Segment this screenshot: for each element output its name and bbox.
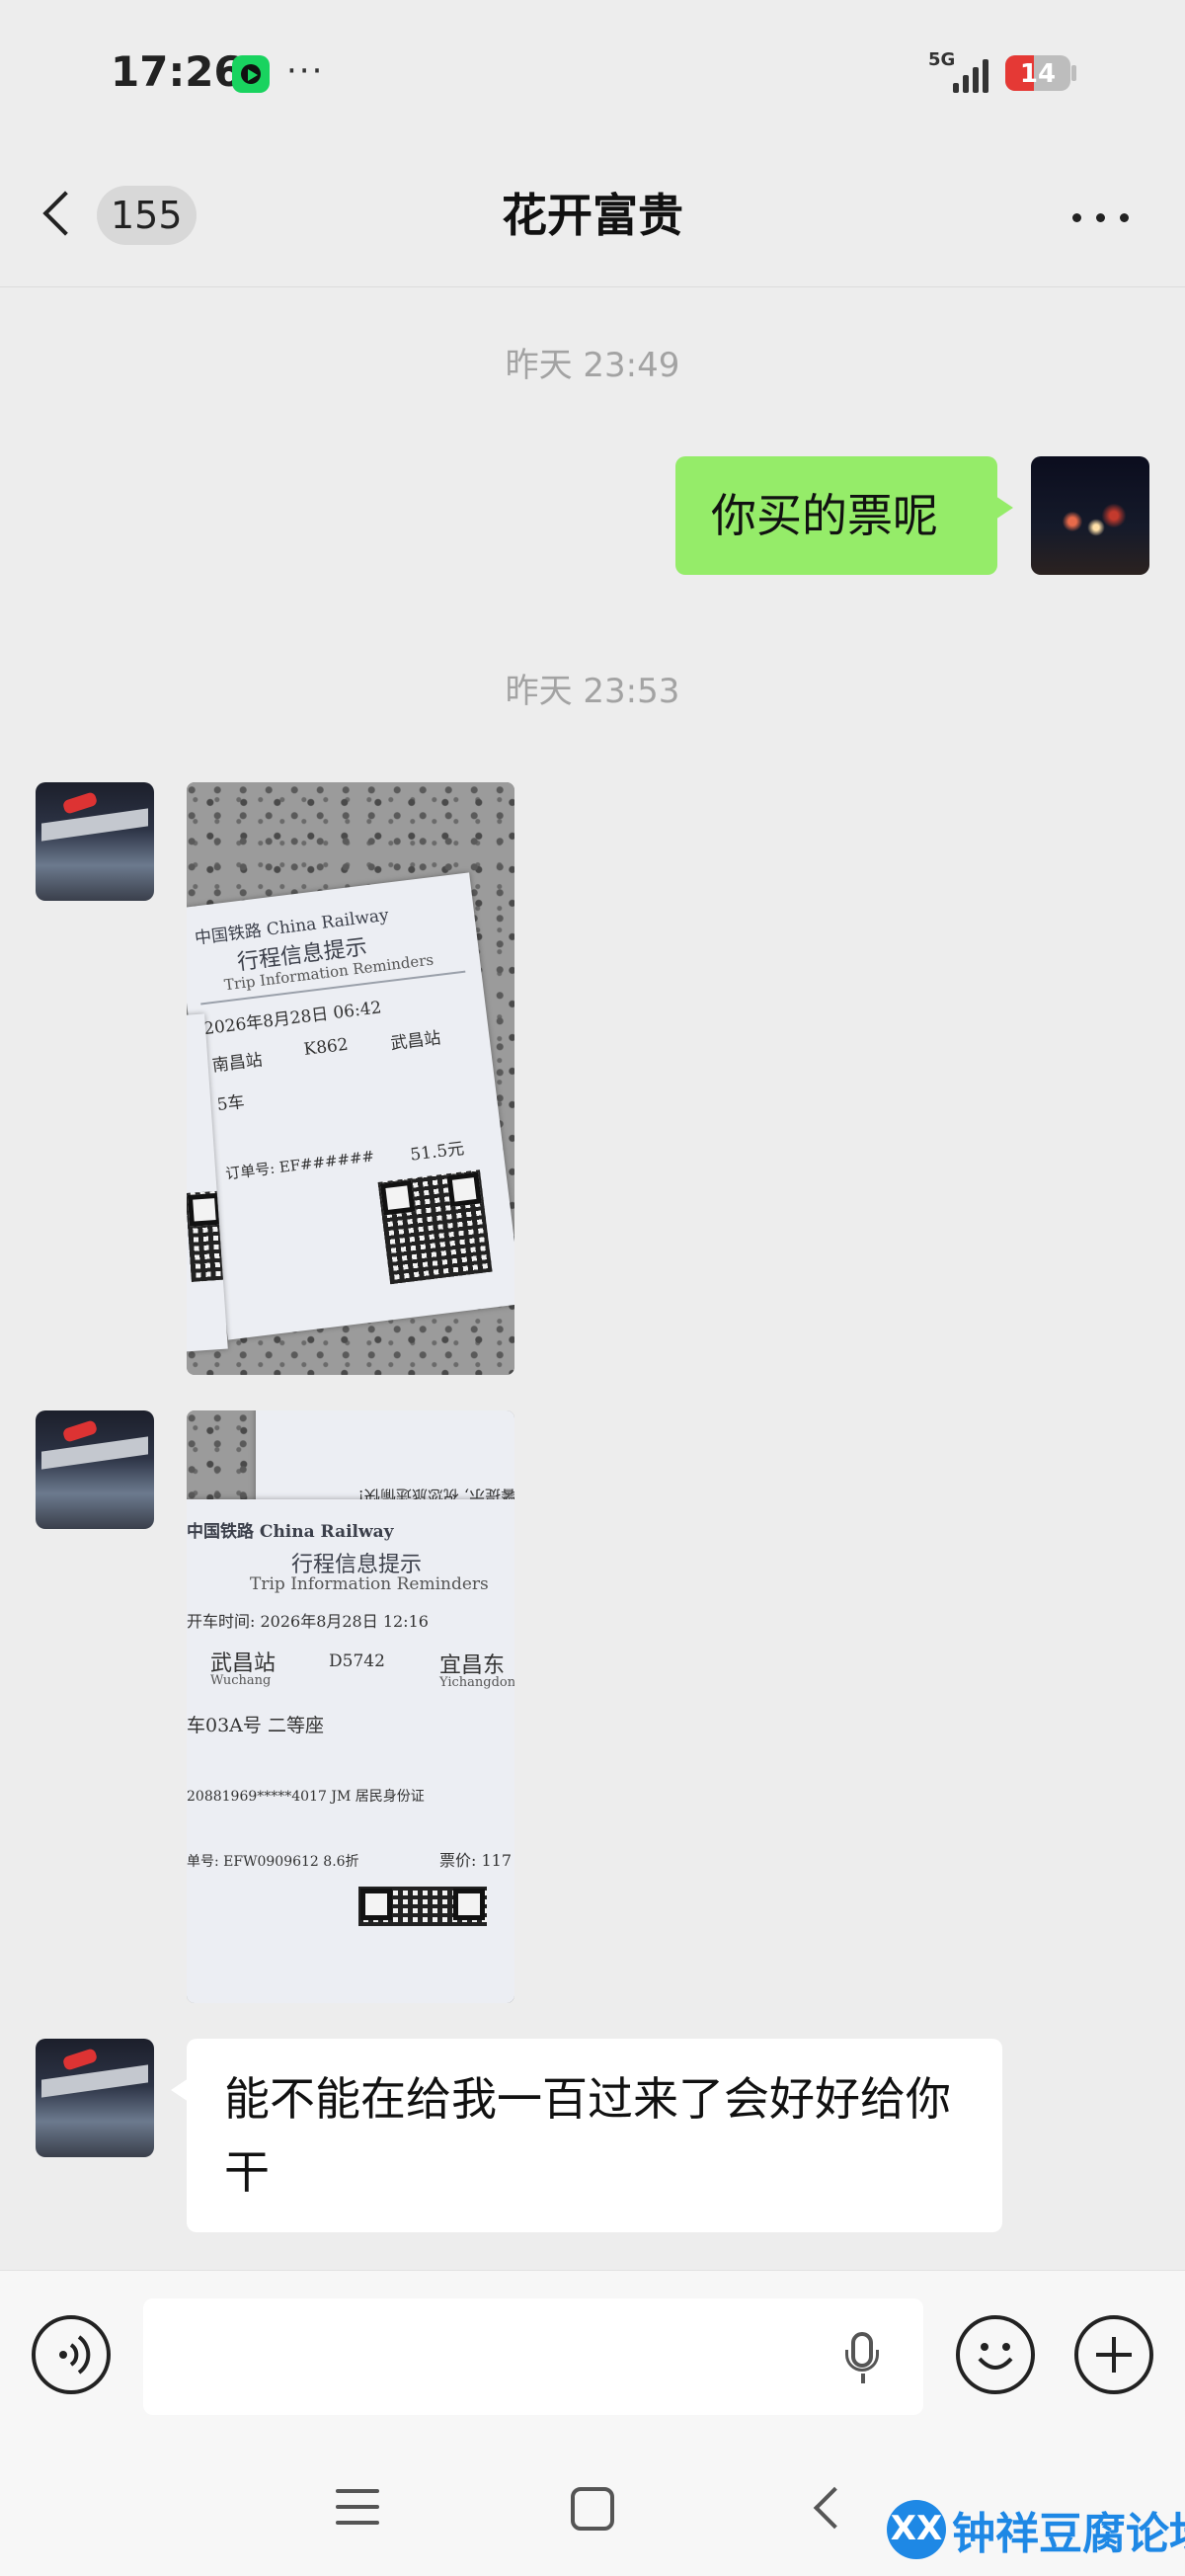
voice-wave-icon: [59, 2335, 91, 2375]
battery-tip: [1071, 65, 1076, 81]
ticket-from: 南昌站: [210, 1050, 264, 1077]
more-dot-icon: [1096, 213, 1105, 222]
more-options-button[interactable]: [1066, 200, 1136, 239]
outgoing-message-bubble[interactable]: 你买的票呢: [675, 456, 1013, 575]
friend-avatar[interactable]: [36, 1410, 154, 1529]
chat-title: 花开富贵: [502, 189, 683, 242]
video-app-icon: [232, 55, 270, 93]
incoming-message-bubble[interactable]: 能不能在给我一百过来了会好好给你干: [171, 2039, 1002, 2232]
chat-screen: 17:26 ··· 5G 14 155 花开富贵 昨天 23:49 你买的票呢 …: [0, 0, 1185, 2576]
battery-icon: 14: [1005, 55, 1070, 91]
ticket-price: 51.5元: [409, 1139, 466, 1166]
plus-icon: [1096, 2337, 1132, 2373]
ticket-subtitle: Trip Information Reminders: [250, 1574, 489, 1594]
message-timestamp: 昨天 23:49: [505, 346, 680, 385]
voice-mode-button[interactable]: [32, 2315, 111, 2394]
ticket-train-number: K862: [302, 1034, 350, 1061]
ticket-brand: 中国铁路 China Railway: [187, 1522, 394, 1542]
ticket-to-pinyin: Yichangdong: [439, 1675, 514, 1690]
more-actions-button[interactable]: [1074, 2315, 1153, 2394]
status-time: 17:26: [111, 47, 243, 96]
ticket-order: 订单号: EF######: [224, 1147, 376, 1183]
ticket-photo-message[interactable]: 中国铁路 China Railway 行程信息提示 Trip Informati…: [187, 782, 514, 1375]
ticket-photo-message[interactable]: 温馨提示, 祝您旅途愉快! 中国铁路 China Railway 行程信息提示 …: [187, 1410, 514, 2003]
microphone-icon[interactable]: [845, 2332, 879, 2383]
back-icon[interactable]: [813, 2486, 856, 2530]
forum-name: 钟祥豆腐论坛: [952, 2509, 1185, 2559]
emoji-button[interactable]: [956, 2315, 1035, 2394]
message-timestamp: 昨天 23:53: [505, 672, 680, 711]
friend-avatar[interactable]: [36, 2039, 154, 2157]
ticket-seat: 车03A号 二等座: [187, 1715, 324, 1736]
more-dot-icon: [1072, 213, 1081, 222]
forum-watermark: XX 钟祥豆腐论坛: [887, 2495, 1185, 2564]
recent-apps-icon[interactable]: [336, 2489, 379, 2525]
ticket-seat: 5车: [215, 1091, 246, 1116]
ticket-train-number: D5742: [329, 1651, 385, 1671]
more-dot-icon: [1120, 213, 1129, 222]
ticket-datetime: 开车时间: 2026年8月28日 12:16: [187, 1612, 429, 1631]
qr-code-icon: [358, 1887, 487, 1926]
unread-count-badge: 155: [97, 186, 197, 245]
message-input-bar: [0, 2270, 1185, 2439]
signal-icon: [953, 57, 992, 93]
qr-code-icon: [377, 1169, 493, 1285]
chevron-left-icon: [42, 191, 88, 236]
home-icon[interactable]: [571, 2487, 614, 2531]
ticket-from-pinyin: Wuchang: [210, 1673, 272, 1688]
status-bar: 17:26 ··· 5G 14: [0, 0, 1185, 148]
network-type: 5G: [928, 49, 956, 70]
forum-logo: XX: [887, 2500, 946, 2559]
ticket-paper: 中国铁路 China Railway 行程信息提示 Trip Informati…: [187, 872, 514, 1340]
ticket-to: 武昌站: [389, 1028, 442, 1055]
battery-level: 14: [1019, 59, 1057, 89]
ticket-paper: 中国铁路 China Railway 行程信息提示 Trip Informati…: [187, 1499, 514, 2003]
ticket-id: 20881969*****4017 JM 居民身份证: [187, 1789, 425, 1805]
ticket-order: 单号: EFW0909612 8.6折: [187, 1854, 359, 1870]
friend-avatar[interactable]: [36, 782, 154, 901]
my-avatar[interactable]: [1031, 456, 1149, 575]
status-more-dots: ···: [286, 51, 325, 91]
smiley-icon: [978, 2343, 1013, 2370]
ticket-price: 票价: 117: [439, 1851, 513, 1870]
chat-header: 155 花开富贵: [0, 148, 1185, 287]
back-button[interactable]: 155: [40, 178, 207, 257]
message-input[interactable]: [143, 2298, 923, 2415]
